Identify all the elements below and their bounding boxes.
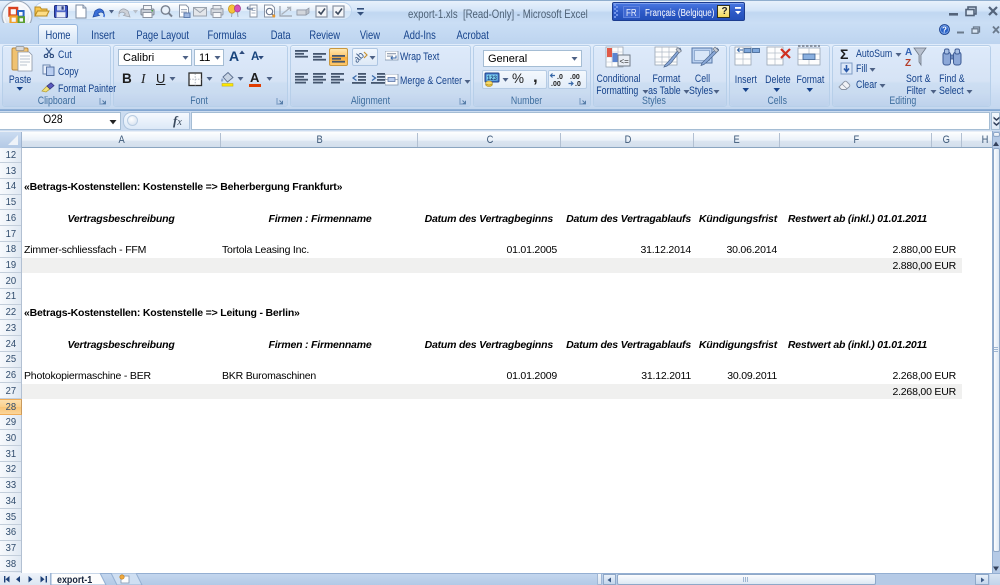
svg-text:A: A	[905, 47, 912, 58]
svg-text:?: ?	[942, 25, 947, 34]
svg-text:Z: Z	[905, 58, 911, 69]
svg-text:<=: <=	[620, 57, 630, 66]
